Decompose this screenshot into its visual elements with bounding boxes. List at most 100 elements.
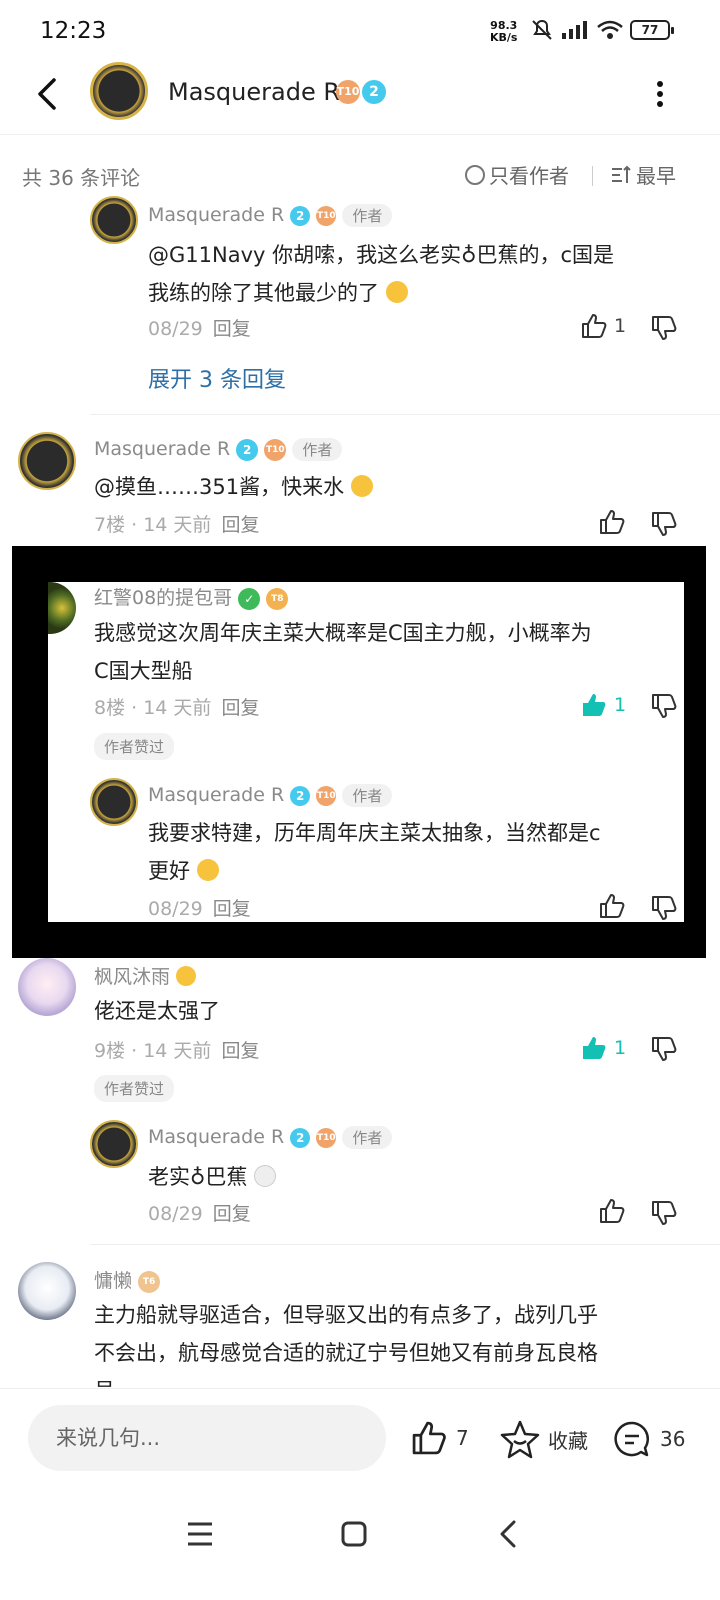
comment-count: 共 36 条评论	[22, 166, 141, 190]
thumbs-up-icon[interactable]	[598, 892, 626, 920]
author-liked-tag: 作者赞过	[94, 733, 175, 760]
reply-button[interactable]: 回复	[213, 898, 251, 920]
comment-username[interactable]: 枫风沐雨	[94, 962, 197, 989]
comment-meta: 7楼 · 14 天前 回复	[94, 514, 260, 536]
reply-meta: 08/29 回复	[148, 898, 251, 920]
comment-content: 主力船就导驱适合，但导驱又出的有点多了，战列几乎 不会出，航母感觉合适的就辽宁号…	[94, 1303, 598, 1388]
wifi-icon	[597, 20, 623, 39]
comment-content: 我感觉这次周年庆主菜大概率是C国主力舰，小概率为 C国大型船	[94, 621, 592, 683]
like-button[interactable]: 1	[580, 1034, 626, 1062]
thumbs-down-icon[interactable]	[650, 510, 678, 538]
comment-username[interactable]: 红警08的提包哥 ✓ T8	[94, 583, 289, 610]
comment-divider	[90, 414, 720, 415]
reply-content: 我要求特建，历年周年庆主菜太抽象，当然都是c 更好	[148, 821, 601, 883]
reply-button[interactable]: 回复	[221, 697, 259, 719]
status-time: 12:23	[40, 18, 107, 44]
comment-divider	[90, 1244, 720, 1245]
thumbs-up-icon	[582, 314, 607, 338]
reply-content: 老实♁巴蕉	[148, 1158, 277, 1196]
expand-replies-link[interactable]: 展开 3 条回复	[148, 362, 286, 394]
bottom-action-bar: 来说几句... 7 收藏 36	[0, 1388, 720, 1488]
thumbs-up-filled-icon	[583, 694, 606, 716]
level-badge-icon: 2	[362, 80, 386, 104]
reply-button[interactable]: 回复	[213, 1203, 251, 1225]
comment-content: 佬还是太强了	[94, 999, 220, 1023]
network-speed-unit: KB/s	[490, 31, 518, 44]
home-icon[interactable]	[334, 1514, 374, 1554]
comment-avatar[interactable]	[18, 1262, 76, 1320]
author-avatar[interactable]	[90, 62, 148, 120]
comments-button[interactable]: 36	[612, 1419, 685, 1459]
like-count: 1	[614, 694, 627, 716]
sort-label: 最早	[636, 164, 676, 188]
sort-icon	[612, 165, 631, 183]
favorite-button[interactable]: 收藏	[500, 1419, 588, 1459]
filter-divider	[592, 166, 593, 186]
author-name[interactable]: Masquerade R	[168, 78, 340, 106]
reply-content: @G11Navy 你胡嗦，我这么老实♁巴蕉的，c国是 我练的除了其他最少的了	[148, 243, 615, 305]
reply-avatar[interactable]	[90, 778, 138, 826]
system-nav-bar	[0, 1488, 720, 1600]
smile-emoji-icon	[196, 859, 219, 881]
thumbs-down-icon[interactable]	[650, 894, 678, 922]
author-badges: T10 2	[336, 80, 386, 104]
comment-bubble-icon	[614, 1421, 650, 1457]
like-button[interactable]: 1	[580, 691, 626, 719]
reply-button[interactable]: 回复	[221, 1040, 259, 1062]
comment-filter-bar: 共 36 条评论 只看作者 最早	[0, 150, 720, 200]
battery-icon: 77	[630, 20, 674, 40]
thumbs-up-icon[interactable]	[598, 508, 626, 536]
more-options-icon[interactable]	[648, 76, 672, 112]
post-like-button[interactable]: 7	[410, 1419, 469, 1457]
cat-emoji-icon	[254, 1165, 277, 1187]
badge-emoji-icon	[176, 966, 197, 986]
only-author-label: 只看作者	[489, 164, 569, 188]
back-icon[interactable]	[488, 1514, 528, 1554]
reply-avatar[interactable]	[90, 196, 138, 244]
back-arrow-icon[interactable]	[28, 74, 68, 114]
comment-meta: 9楼 · 14 天前 回复	[94, 1040, 260, 1062]
sort-order-button[interactable]: 最早	[610, 160, 676, 189]
reply-meta: 08/29 回复	[148, 1203, 251, 1225]
reply-username[interactable]: Masquerade R 2 T10 作者	[148, 1126, 393, 1149]
grin-emoji-icon	[350, 475, 373, 497]
like-button[interactable]: 1	[580, 312, 626, 340]
grin-emoji-icon	[385, 281, 408, 303]
post-like-count: 7	[456, 1426, 469, 1450]
reply-avatar[interactable]	[90, 1120, 138, 1168]
comment-avatar[interactable]	[18, 432, 76, 490]
network-speed: 98.3 KB/s	[490, 20, 517, 44]
radio-circle-icon	[465, 164, 485, 185]
thumbs-up-filled-icon	[583, 1037, 606, 1059]
reply-meta: 08/29 回复	[148, 318, 251, 340]
favorite-label: 收藏	[548, 1428, 588, 1453]
thumbs-down-icon[interactable]	[650, 1035, 678, 1063]
status-bar: 12:23 98.3 KB/s 77	[0, 0, 720, 64]
thumbs-down-icon[interactable]	[650, 314, 678, 342]
like-count: 1	[614, 1037, 627, 1059]
menu-icon[interactable]	[180, 1514, 220, 1554]
thumbs-down-icon[interactable]	[650, 1199, 678, 1227]
comment-content: @摸鱼……351酱，快来水	[94, 468, 373, 506]
status-icons: 77	[530, 18, 674, 42]
header-divider	[0, 134, 720, 135]
reply-button[interactable]: 回复	[221, 514, 259, 536]
reply-username[interactable]: Masquerade R 2 T10 作者	[148, 784, 393, 807]
comment-username[interactable]: Masquerade R 2 T10 作者	[94, 438, 343, 461]
mute-icon	[532, 19, 552, 40]
thumbs-down-icon[interactable]	[650, 692, 678, 720]
comment-meta: 8楼 · 14 天前 回复	[94, 697, 260, 719]
thumbs-up-icon	[412, 1421, 446, 1455]
thumbs-up-icon[interactable]	[598, 1197, 626, 1225]
star-icon	[500, 1420, 540, 1459]
signal-icon	[562, 21, 587, 39]
comment-username[interactable]: 慵懒 T6	[94, 1266, 161, 1293]
only-author-toggle[interactable]: 只看作者	[465, 160, 569, 189]
top-header: Masquerade R T10 2	[0, 62, 720, 134]
comment-input[interactable]: 来说几句...	[28, 1405, 386, 1471]
like-count: 1	[614, 315, 627, 337]
comments-count: 36	[660, 1427, 686, 1451]
reply-username[interactable]: Masquerade R 2 T10 作者	[148, 204, 393, 227]
reply-button[interactable]: 回复	[213, 318, 251, 340]
comment-avatar[interactable]	[18, 958, 76, 1016]
